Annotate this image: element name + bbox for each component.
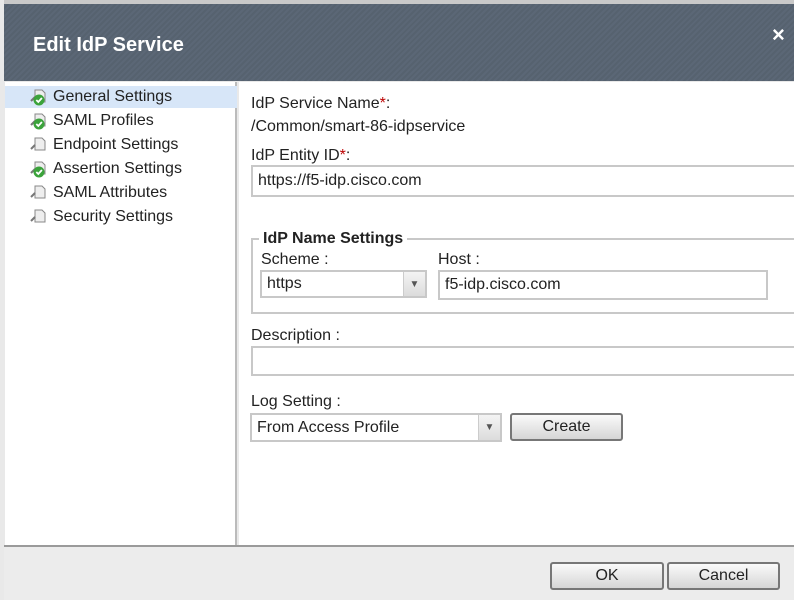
- chevron-down-icon[interactable]: ▼: [403, 272, 425, 296]
- check-icon: [30, 89, 46, 106]
- sidebar-item-label: Assertion Settings: [53, 160, 182, 177]
- close-icon[interactable]: ×: [772, 22, 785, 48]
- sidebar-item-label: Security Settings: [53, 208, 174, 225]
- sidebar-item-label: SAML Profiles: [53, 112, 154, 129]
- chevron-down-icon[interactable]: ▼: [478, 415, 500, 440]
- document-icon: [30, 185, 46, 199]
- idp-name-settings-legend: IdP Name Settings: [263, 230, 404, 247]
- check-icon: [30, 161, 46, 178]
- ok-button[interactable]: OK: [550, 562, 664, 590]
- entity-id-label: IdP Entity ID*:: [251, 147, 351, 164]
- dialog-title: Edit IdP Service: [33, 34, 184, 56]
- sidebar-item-endpoint-settings[interactable]: Endpoint Settings: [5, 134, 237, 156]
- service-name-value: /Common/smart-86-idpservice: [251, 118, 466, 135]
- entity-id-input[interactable]: https://f5-idp.cisco.com: [251, 165, 794, 197]
- scheme-select[interactable]: https ▼: [260, 270, 427, 298]
- sidebar-item-label: General Settings: [53, 88, 173, 105]
- sidebar-item-security-settings[interactable]: Security Settings: [5, 206, 237, 228]
- log-setting-label: Log Setting :: [251, 393, 341, 410]
- description-input[interactable]: [251, 346, 794, 376]
- scheme-value: https: [267, 275, 302, 292]
- document-icon: [30, 137, 46, 151]
- host-label: Host :: [438, 251, 480, 268]
- sidebar-item-saml-profiles[interactable]: SAML Profiles: [5, 110, 237, 132]
- dialog-footer: OK Cancel: [4, 545, 794, 600]
- create-button[interactable]: Create: [510, 413, 623, 441]
- cancel-button[interactable]: Cancel: [667, 562, 780, 590]
- host-input[interactable]: f5-idp.cisco.com: [438, 270, 768, 300]
- document-icon: [30, 209, 46, 223]
- sidebar-item-general-settings[interactable]: General Settings: [5, 86, 237, 108]
- sidebar-item-label: Endpoint Settings: [53, 136, 179, 153]
- service-name-label: IdP Service Name*:: [251, 95, 391, 112]
- sidebar-item-saml-attributes[interactable]: SAML Attributes: [5, 182, 237, 204]
- log-setting-select[interactable]: From Access Profile ▼: [250, 413, 502, 442]
- log-setting-value: From Access Profile: [257, 418, 400, 436]
- check-icon: [30, 113, 46, 130]
- general-settings-panel: IdP Service Name*: /Common/smart-86-idps…: [239, 82, 794, 545]
- sidebar-item-assertion-settings[interactable]: Assertion Settings: [5, 158, 237, 180]
- sidebar-item-label: SAML Attributes: [53, 184, 168, 201]
- sidebar: General Settings SAML Profiles Endpoint Se…: [5, 82, 237, 545]
- dialog-header: Edit IdP Service ×: [4, 0, 794, 81]
- scheme-label: Scheme :: [261, 251, 329, 268]
- description-label: Description :: [251, 327, 340, 344]
